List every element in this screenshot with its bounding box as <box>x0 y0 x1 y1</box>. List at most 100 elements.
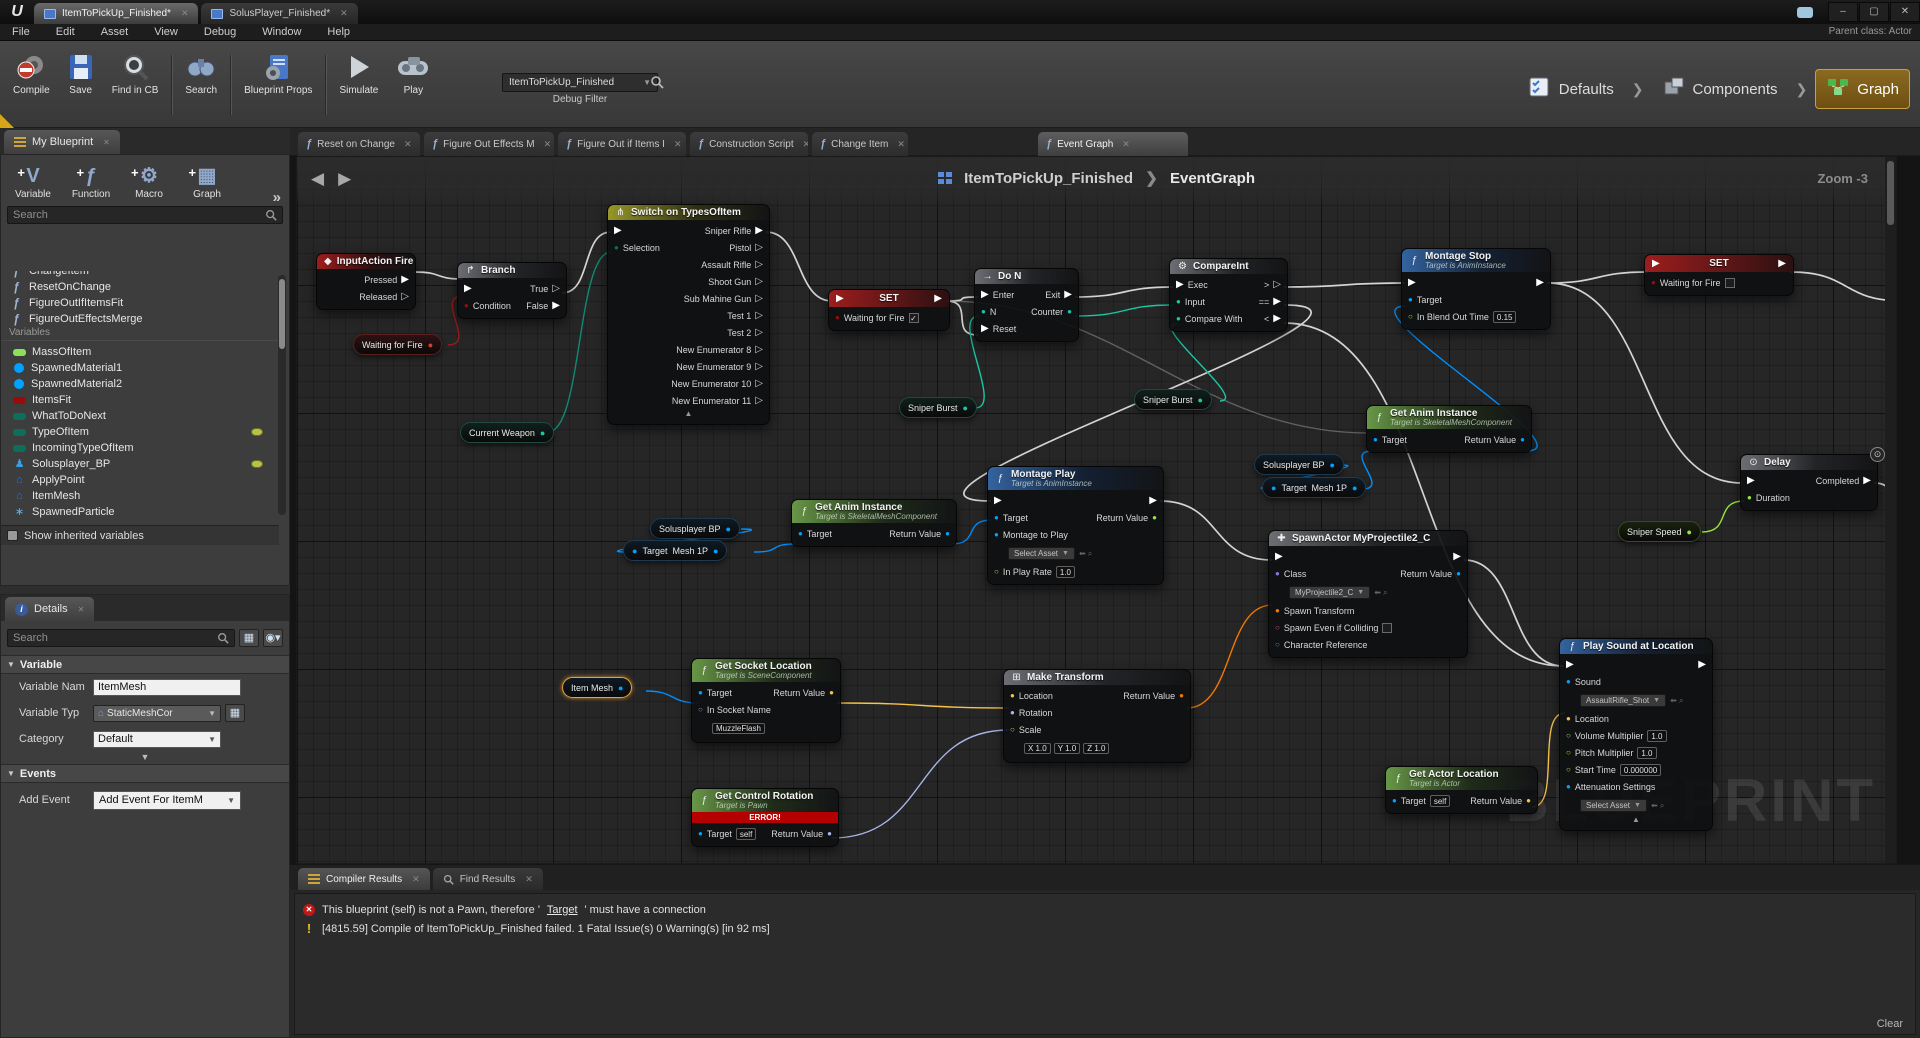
data-pin[interactable]: ● <box>1179 692 1184 700</box>
node-branch[interactable]: ↱Branch▶True▷●ConditionFalse▶ <box>457 262 567 319</box>
add-graph-button[interactable]: ▦+Graph <box>181 163 233 200</box>
eye-icon[interactable] <box>251 460 263 468</box>
exec-pin[interactable]: ▶ <box>614 226 622 236</box>
node-spawnactor[interactable]: ✚SpawnActor MyProjectile2_C▶▶●ClassRetur… <box>1268 530 1468 658</box>
mode-components[interactable]: Components <box>1652 70 1788 108</box>
data-pin[interactable]: ● <box>1520 436 1525 444</box>
minimize-button[interactable]: – <box>1828 2 1858 22</box>
variable-type-dropdown[interactable]: ⌂ StaticMeshCor ▼ <box>93 705 221 722</box>
exec-pin[interactable]: ▷ <box>755 260 763 270</box>
data-pin[interactable]: ● <box>1275 607 1280 615</box>
exec-pin[interactable]: ▶ <box>1176 280 1184 290</box>
category-select[interactable]: Default ▼ <box>93 731 221 748</box>
exec-pin[interactable]: ▷ <box>755 396 763 406</box>
node-montage-stop[interactable]: ƒMontage StopTarget is AnimInstance▶▶●Ta… <box>1401 248 1551 330</box>
variable-item[interactable]: MassOfItem <box>1 344 279 360</box>
maximize-button[interactable]: ▢ <box>1859 2 1889 22</box>
menu-file[interactable]: File <box>12 26 30 38</box>
data-pin[interactable]: ● <box>632 546 637 556</box>
save-button[interactable]: Save <box>59 47 103 119</box>
exec-pin[interactable]: ▶ <box>994 496 1002 506</box>
value-input[interactable]: X 1.0 <box>1024 743 1051 754</box>
checkbox[interactable]: ✓ <box>909 313 919 323</box>
data-pin[interactable]: ● <box>464 302 469 310</box>
value-input[interactable]: Z 1.0 <box>1083 743 1109 754</box>
data-pin[interactable]: ● <box>726 524 731 534</box>
data-pin[interactable]: ● <box>994 514 999 522</box>
node-set-waiting-1[interactable]: ▶SET▶●Waiting for Fire✓ <box>828 289 950 331</box>
close-icon[interactable]: ✕ <box>404 139 412 150</box>
close-icon[interactable]: ✕ <box>544 139 552 150</box>
data-pin[interactable]: ● <box>1010 692 1015 700</box>
value-input[interactable]: 1.0 <box>1637 747 1656 759</box>
data-pin[interactable]: ○ <box>1275 624 1280 632</box>
exec-pin[interactable]: ▶ <box>1778 259 1786 269</box>
graph-tab[interactable]: ƒFigure Out Effects M✕ <box>424 132 554 156</box>
node-get-socket-location[interactable]: ƒGet Socket LocationTarget is SceneCompo… <box>691 658 841 743</box>
find-in-cb-button[interactable]: Find in CB <box>103 47 168 119</box>
mode-graph[interactable]: Graph <box>1815 69 1910 109</box>
exec-pin[interactable]: ▶ <box>1652 259 1660 269</box>
data-pin[interactable]: ● <box>1373 436 1378 444</box>
exec-pin[interactable]: ▶ <box>464 284 472 294</box>
node-make-transform[interactable]: ⊞Make Transform●LocationReturn Value●●Ro… <box>1003 669 1191 763</box>
close-icon[interactable]: ✕ <box>803 139 808 150</box>
asset-dropdown[interactable]: Select Asset▼ <box>1580 799 1647 812</box>
data-pin[interactable]: ● <box>1176 315 1181 323</box>
exec-pin[interactable]: ▶ <box>401 275 409 285</box>
node-get-anim-instance-left[interactable]: ƒGet Anim InstanceTarget is SkeletalMesh… <box>791 499 957 547</box>
exec-pin[interactable]: ▷ <box>755 345 763 355</box>
exec-pin[interactable]: ▶ <box>1747 476 1755 486</box>
waiting-for-fire-pill[interactable]: Waiting for Fire● <box>353 334 442 355</box>
value-input[interactable]: Y 1.0 <box>1054 743 1081 754</box>
exec-pin[interactable]: ▷ <box>552 284 560 294</box>
node-compare-int[interactable]: ⚙CompareInt▶Exec>▷●Input==▶●Compare With… <box>1169 258 1288 332</box>
document-tab[interactable]: SolusPlayer_Finished*✕ <box>201 3 357 24</box>
graph-tab[interactable]: ƒEvent Graph✕ <box>1038 132 1188 156</box>
data-pin[interactable]: ● <box>798 530 803 538</box>
exec-pin[interactable]: ▶ <box>552 301 560 311</box>
exec-pin[interactable]: ▶ <box>1273 314 1281 324</box>
exec-pin[interactable]: ▶ <box>1275 552 1283 562</box>
details-expander[interactable]: ▼ <box>1 752 289 764</box>
data-pin[interactable]: ○ <box>1275 641 1280 649</box>
data-pin[interactable]: ○ <box>698 706 703 714</box>
exec-pin[interactable]: ▷ <box>755 311 763 321</box>
document-tab[interactable]: ItemToPickUp_Finished*✕ <box>34 3 198 24</box>
node-play-sound-at-location[interactable]: ƒPlay Sound at Location▶▶●SoundAssaultRi… <box>1559 638 1713 831</box>
menu-window[interactable]: Window <box>262 26 301 38</box>
section-events[interactable]: ▼Events <box>1 764 289 783</box>
exec-pin[interactable]: ▶ <box>755 226 763 236</box>
close-icon[interactable]: ✕ <box>78 605 85 614</box>
graph-tab[interactable]: ƒChange Item✕ <box>812 132 908 156</box>
value-input[interactable]: 1.0 <box>1056 566 1075 578</box>
close-icon[interactable]: ✕ <box>181 8 189 19</box>
data-pin[interactable]: ● <box>1010 709 1015 717</box>
node-get-anim-instance-right[interactable]: ƒGet Anim InstanceTarget is SkeletalMesh… <box>1366 405 1532 453</box>
tab-compiler-results[interactable]: Compiler Results✕ <box>298 868 430 890</box>
exec-pin[interactable]: ▷ <box>755 379 763 389</box>
data-pin[interactable]: ○ <box>1566 749 1571 757</box>
menu-help[interactable]: Help <box>327 26 350 38</box>
close-icon[interactable]: ✕ <box>525 874 533 885</box>
data-pin[interactable]: ● <box>698 689 703 697</box>
sniper-speed-pill[interactable]: Sniper Speed● <box>1618 521 1701 542</box>
eye-icon[interactable] <box>251 428 263 436</box>
node-montage-play[interactable]: ƒMontage PlayTarget is AnimInstance▶▶●Ta… <box>987 466 1164 585</box>
data-pin[interactable]: ● <box>1526 797 1531 805</box>
graph-tab[interactable]: ƒFigure Out if Items I✕ <box>558 132 686 156</box>
exec-pin[interactable]: ▶ <box>1408 278 1416 288</box>
data-pin[interactable]: ● <box>829 689 834 697</box>
graph-tab[interactable]: ƒConstruction Script✕ <box>690 132 808 156</box>
node-get-control-rotation[interactable]: ƒGet Control RotationTarget is PawnERROR… <box>691 788 839 847</box>
data-pin[interactable]: ● <box>1271 483 1276 493</box>
data-pin[interactable]: ● <box>428 340 433 350</box>
details-search[interactable]: Search <box>7 629 235 647</box>
variable-item[interactable]: WhatToDoNext <box>1 408 279 424</box>
close-icon[interactable]: ✕ <box>674 139 682 150</box>
exec-pin[interactable]: ▶ <box>836 294 844 304</box>
close-icon[interactable]: ✕ <box>1122 139 1130 150</box>
data-pin[interactable]: ○ <box>1010 726 1015 734</box>
menu-view[interactable]: View <box>154 26 178 38</box>
mesh-1p-pill-left[interactable]: ●TargetMesh 1P● <box>623 540 727 561</box>
